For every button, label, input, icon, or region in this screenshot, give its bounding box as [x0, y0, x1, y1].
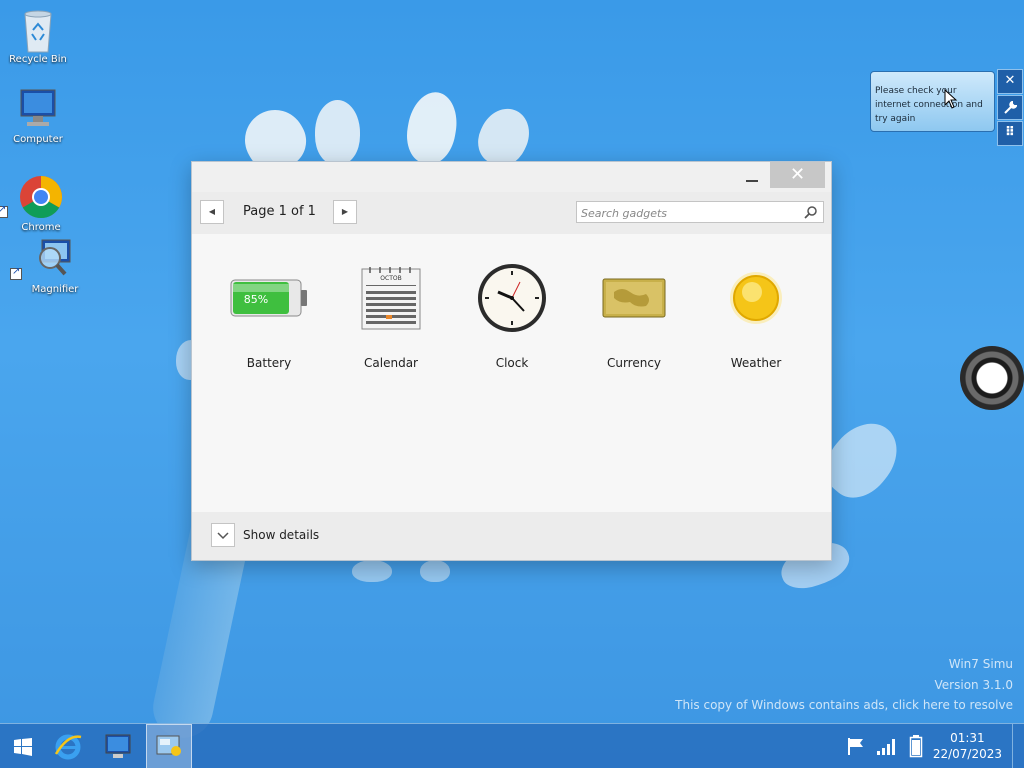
gadget-label: Battery: [246, 356, 292, 370]
taskbar-gadgets[interactable]: [146, 724, 192, 768]
gadgets-icon: [156, 735, 181, 756]
desktop-icon-label: Recycle Bin: [9, 54, 67, 65]
window-titlebar[interactable]: ✕: [192, 162, 831, 192]
connection-notification: Please check your internet connection an…: [870, 71, 995, 132]
desktop-icon-magnifier[interactable]: Magnifier: [10, 236, 93, 295]
notification-text: Please check your internet connection an…: [875, 86, 983, 124]
start-button[interactable]: [0, 724, 46, 768]
search-input[interactable]: [581, 203, 801, 224]
shortcut-arrow-icon: [10, 266, 22, 280]
currency-icon: [589, 260, 679, 336]
battery-tray-icon[interactable]: [909, 734, 923, 762]
show-desktop-button[interactable]: [1012, 724, 1024, 768]
gadget-clock[interactable]: Clock: [462, 260, 562, 370]
computer-icon: [105, 734, 131, 758]
network-signal-icon[interactable]: [876, 736, 898, 760]
drag-handle-icon[interactable]: ⠿: [997, 121, 1023, 146]
action-center-flag-icon[interactable]: [846, 736, 866, 760]
watermark-title: Win7 Simu: [948, 657, 1013, 671]
gadget-battery[interactable]: 85% Battery: [219, 260, 319, 370]
gadget-label: Clock: [495, 356, 529, 370]
battery-icon: 85%: [224, 260, 314, 336]
gadget-list: 85% Battery OCTOB Calendar Clock Currenc…: [192, 234, 831, 514]
previous-page-button[interactable]: ◀: [200, 200, 224, 224]
gadget-label: Currency: [606, 356, 662, 370]
desktop-icon-computer[interactable]: Computer: [0, 86, 76, 145]
clock-date: 22/07/2023: [932, 747, 1002, 761]
taskbar-internet-explorer[interactable]: [45, 724, 91, 768]
wrench-icon[interactable]: [997, 95, 1023, 120]
desktop-icon-chrome[interactable]: Chrome: [0, 174, 79, 233]
shortcut-arrow-icon: [0, 204, 8, 218]
taskbar-clock[interactable]: 01:31 22/07/2023: [933, 730, 1002, 762]
assistive-touch-button[interactable]: [960, 346, 1024, 410]
mouse-cursor-icon: [944, 89, 958, 109]
search-box[interactable]: [576, 201, 824, 224]
next-page-button[interactable]: ▶: [333, 200, 357, 224]
computer-icon: [15, 86, 61, 132]
gadget-weather[interactable]: Weather: [706, 260, 806, 370]
gadget-toolbar: ◀ Page 1 of 1 ▶: [192, 192, 831, 234]
chrome-icon: [0, 174, 64, 220]
close-gadget-icon[interactable]: ✕: [997, 69, 1023, 94]
gadget-label: Calendar: [364, 356, 418, 370]
gadget-gallery-window: ✕ ◀ Page 1 of 1 ▶ 85% Battery: [191, 161, 832, 561]
watermark-ads-link[interactable]: This copy of Windows contains ads, click…: [675, 698, 1013, 712]
show-details-button[interactable]: [211, 523, 235, 547]
battery-percent-text: 85%: [244, 293, 268, 306]
desktop-icon-label: Chrome: [21, 222, 61, 233]
recycle-bin-icon: [15, 6, 61, 53]
calendar-icon: OCTOB: [346, 260, 436, 336]
internet-explorer-icon: [54, 734, 82, 759]
desktop-icon-label: Magnifier: [31, 284, 79, 295]
minimize-button[interactable]: [741, 167, 763, 187]
gadget-footer: Show details: [192, 512, 831, 560]
watermark-version: Version 3.1.0: [934, 678, 1013, 692]
desktop-icon-label: Computer: [13, 134, 63, 145]
desktop-icon-recycle-bin[interactable]: Recycle Bin: [0, 6, 76, 65]
clock-icon: [467, 260, 557, 336]
taskbar: 01:31 22/07/2023: [0, 723, 1024, 768]
clock-time: 01:31: [950, 731, 985, 745]
gadget-side-toolbar: ✕ ⠿: [997, 69, 1023, 147]
close-button[interactable]: ✕: [770, 162, 825, 188]
gadget-calendar[interactable]: OCTOB Calendar: [341, 260, 441, 370]
sun-icon: [711, 260, 801, 336]
windows-logo-icon: [14, 737, 32, 756]
show-details-label[interactable]: Show details: [243, 528, 319, 542]
chevron-down-icon: [217, 532, 229, 540]
page-indicator: Page 1 of 1: [243, 204, 316, 219]
magnifier-icon: [10, 236, 78, 282]
taskbar-computer[interactable]: [95, 724, 141, 768]
search-icon[interactable]: [804, 204, 818, 223]
gadget-currency[interactable]: Currency: [584, 260, 684, 370]
calendar-month-text: OCTOB: [380, 275, 401, 282]
gadget-label: Weather: [730, 356, 782, 370]
